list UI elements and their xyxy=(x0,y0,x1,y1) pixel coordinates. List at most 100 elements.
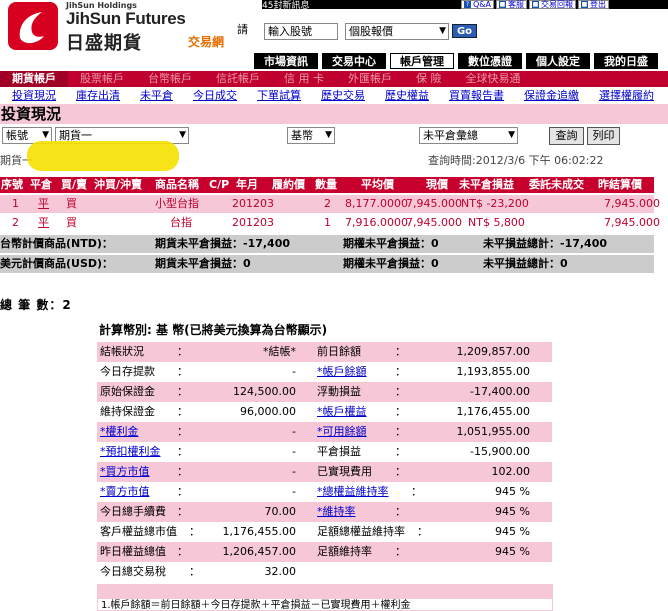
service-link[interactable]: ■ 客服 xyxy=(496,0,528,9)
available-balance-link[interactable]: *可用餘額 xyxy=(317,422,367,442)
trade-report-link[interactable]: ■ 交易回報 xyxy=(529,0,577,9)
equity-row: 結帳狀況： *結帳* 前日餘額： 1,209,857.00 xyxy=(97,342,552,362)
redaction-highlight xyxy=(27,141,179,171)
account-balance-link[interactable]: *帳戶餘額 xyxy=(317,362,367,382)
service-icon: ■ xyxy=(499,1,507,8)
seller-market-value-link[interactable]: *賣方市值 xyxy=(100,482,150,502)
nav-trade-center[interactable]: 交易中心 xyxy=(322,53,386,69)
link-clear-inventory[interactable]: 庫存出清 xyxy=(64,88,128,104)
tab-fx-account[interactable]: 外匯帳戶 xyxy=(336,71,404,87)
col-open-pnl: 未平倉損益 xyxy=(459,178,514,191)
equity-row: 原始保證金： 124,500.00 浮動損益： -17,400.00 xyxy=(97,382,552,402)
link-open-positions[interactable]: 未平倉 xyxy=(128,88,181,104)
close-position-link[interactable]: 平 xyxy=(38,195,49,213)
formula-note: 1.帳戶餘額＝前日餘額＋今日存提款＋平倉損益－已實現費用＋權利金 xyxy=(97,598,553,611)
calc-currency-title: 計算幣別: 基 幣(已將美元換算為台幣顯示) xyxy=(99,323,328,337)
brand-name-zh: 日盛期貨 xyxy=(66,33,142,54)
col-cp: C/P xyxy=(209,178,230,191)
tab-trust-account[interactable]: 信託帳戶 xyxy=(204,71,272,87)
link-today-trades[interactable]: 今日成交 xyxy=(181,88,245,104)
close-position-link[interactable]: 平 xyxy=(38,214,49,232)
usd-summary-row: 美元計價商品(USD)： 期貨未平倉損益：0 期權未平倉損益：0 未平損益總計：… xyxy=(0,255,654,273)
maintenance-ratio-link[interactable]: *維持率 xyxy=(317,502,356,522)
jihsun-logo xyxy=(8,2,58,50)
equity-row: *權利金： - *可用餘額： 1,051,955.00 xyxy=(97,422,552,442)
view-select[interactable]: 未平倉彙總 ▼ xyxy=(419,127,518,144)
top-links: ? Q&A ■ 客服 ■ 交易回報 ■ 登出 xyxy=(461,0,610,9)
site-header: JihSun Holdings JihSun Futures 日盛期貨 交易網 … xyxy=(0,0,668,54)
tab-insurance[interactable]: 保 險 xyxy=(404,71,454,87)
table-row: 2 平 買 台指 201203 1 7,916.0000 7,945.000 N… xyxy=(0,214,660,232)
equity-row: *買方市值： - 已實現費用： 102.00 xyxy=(97,462,552,482)
go-button[interactable]: Go xyxy=(452,24,477,38)
chevron-down-icon: ▼ xyxy=(508,130,515,140)
query-time: 查詢時間:2012/3/6 下午 06:02:22 xyxy=(428,154,604,167)
nav-digital-certificate[interactable]: 數位憑證 xyxy=(458,53,522,69)
tab-global-express[interactable]: 全球快易通 xyxy=(454,71,533,87)
nav-account-management[interactable]: 帳戶管理 xyxy=(390,53,454,69)
withheld-premium-link[interactable]: *預扣權利金 xyxy=(100,442,161,462)
col-no: 序號 xyxy=(1,178,23,191)
positions-table-header: 序號 平倉 買/賣 沖買/沖賣 商品名稱 C/P 年月 履約價 數量 平均價 現… xyxy=(0,177,654,193)
link-order-calculator[interactable]: 下單試算 xyxy=(245,88,309,104)
account-tabs: 期貨帳戶 股票帳戶 台幣帳戶 信託帳戶 信 用 卡 外匯帳戶 保 險 全球快易通 xyxy=(0,71,668,87)
tab-futures-account[interactable]: 期貨帳戶 xyxy=(0,71,68,87)
page-title: 投資現況 xyxy=(0,104,668,124)
col-offset: 沖買/沖賣 xyxy=(94,178,143,191)
col-avg-price: 平均價 xyxy=(361,178,394,191)
col-yearmonth: 年月 xyxy=(236,178,258,191)
trade-net-label: 交易網 xyxy=(188,35,225,49)
main-nav: 市場資訊 交易中心 帳戶管理 數位憑證 個人設定 我的日盛 xyxy=(254,53,668,69)
quote-label: 請 xyxy=(237,23,248,36)
total-count: 總 筆 數：2 xyxy=(0,298,72,312)
tab-credit-card[interactable]: 信 用 卡 xyxy=(272,71,336,87)
col-close: 平倉 xyxy=(30,178,52,191)
link-margin-call[interactable]: 保證金追繳 xyxy=(512,88,587,104)
tab-stock-account[interactable]: 股票帳戶 xyxy=(68,71,136,87)
message-count[interactable]: 45封新訊息 xyxy=(262,0,309,11)
nav-my-jihsun[interactable]: 我的日盛 xyxy=(594,53,658,69)
chevron-down-icon: ▼ xyxy=(439,26,446,36)
col-strike: 履約價 xyxy=(272,178,305,191)
futures-sub-nav: 投資現況 庫存出清 未平倉 今日成交 下單試算 歷史交易 歷史權益 買賣報告書 … xyxy=(0,88,668,104)
link-trade-reports[interactable]: 買賣報告書 xyxy=(437,88,512,104)
nav-personal-settings[interactable]: 個人設定 xyxy=(526,53,590,69)
col-price: 現價 xyxy=(426,178,448,191)
print-button[interactable]: 列印 xyxy=(587,127,620,145)
stock-code-input[interactable]: 輸入股號 xyxy=(264,23,338,40)
equity-row: 昨日權益總值： 1,206,457.00 足額維持率： 945 % xyxy=(97,542,552,562)
link-investment-status[interactable]: 投資現況 xyxy=(0,88,64,104)
qa-link[interactable]: ? Q&A xyxy=(461,0,495,9)
col-product: 商品名稱 xyxy=(155,178,199,191)
help-icon: ? xyxy=(464,1,471,8)
account-equity-link[interactable]: *帳戶權益 xyxy=(317,402,367,422)
buyer-market-value-link[interactable]: *買方市值 xyxy=(100,462,150,482)
report-icon: ■ xyxy=(532,1,540,8)
equity-row: *預扣權利金： - 平倉損益： -15,900.00 xyxy=(97,442,552,462)
equity-row: *賣方市值： - *總權益維持率： 945 % xyxy=(97,482,552,502)
equity-row: 客戶權益總市值： 1,176,455.00 足額總權益維持率： 945 % xyxy=(100,525,530,538)
link-trade-history[interactable]: 歷史交易 xyxy=(309,88,373,104)
logout-icon: ■ xyxy=(581,1,589,8)
nav-market-info[interactable]: 市場資訊 xyxy=(254,53,318,69)
col-side: 買/賣 xyxy=(61,178,88,191)
col-settle: 昨結算價 xyxy=(598,178,642,191)
equity-row: 今日存提款： - *帳戶餘額： 1,193,855.00 xyxy=(97,362,552,382)
currency-select[interactable]: 基幣 ▼ xyxy=(287,127,335,144)
ntd-summary-row: 台幣計價商品(NTD)： 期貨未平倉損益：-17,400 期權未平倉損益：0 未… xyxy=(0,235,654,253)
link-equity-history[interactable]: 歷史權益 xyxy=(373,88,437,104)
chevron-down-icon: ▼ xyxy=(325,130,332,140)
total-equity-ratio-link[interactable]: *總權益維持率 xyxy=(317,482,389,502)
equity-row: 今日總手續費： 70.00 *維持率： 945 % xyxy=(97,502,552,522)
link-option-exercise[interactable]: 選擇權履約 xyxy=(587,88,662,104)
col-qty: 數量 xyxy=(315,178,337,191)
logout-link[interactable]: ■ 登出 xyxy=(578,0,610,9)
premium-link[interactable]: *權利金 xyxy=(100,422,139,442)
chevron-down-icon: ▼ xyxy=(179,130,186,140)
col-pending: 委託未成交 xyxy=(529,178,584,191)
tab-twd-account[interactable]: 台幣帳戶 xyxy=(136,71,204,87)
quote-type-select[interactable]: 個股報價 ▼ xyxy=(345,23,449,40)
table-footer-band xyxy=(97,584,553,598)
equity-row: 維持保證金： 96,000.00 *帳戶權益： 1,176,455.00 xyxy=(97,402,552,422)
query-button[interactable]: 查詢 xyxy=(549,127,584,145)
